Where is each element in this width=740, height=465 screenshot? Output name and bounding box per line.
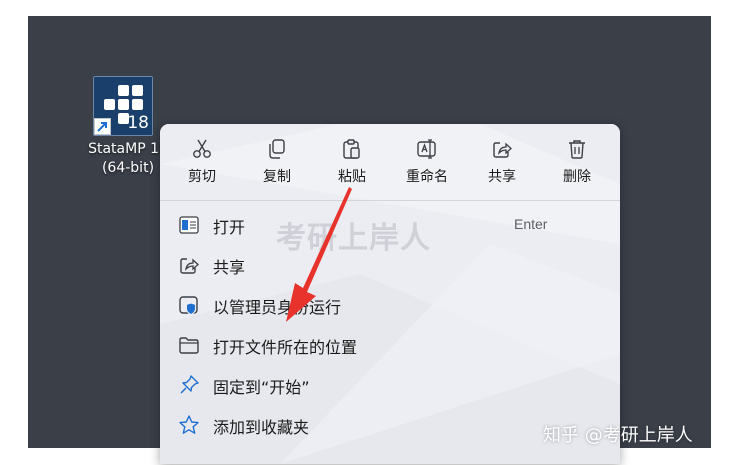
red-annotation-arrow — [286, 187, 352, 322]
watermark-corner: 知乎 @考研上岸人 — [543, 425, 693, 446]
